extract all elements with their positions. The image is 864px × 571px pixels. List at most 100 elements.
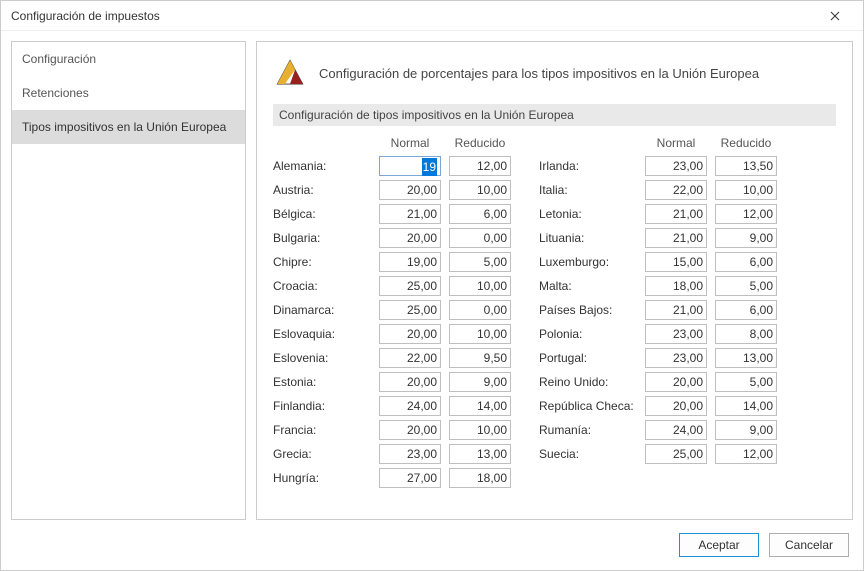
reducido-input[interactable] <box>449 372 511 392</box>
normal-input[interactable] <box>645 180 707 200</box>
reducido-input[interactable] <box>715 300 777 320</box>
country-label: Estonia: <box>273 375 371 389</box>
normal-input[interactable] <box>379 276 441 296</box>
main-panel: Configuración de porcentajes para los ti… <box>256 41 853 520</box>
normal-input[interactable] <box>379 228 441 248</box>
reducido-input[interactable] <box>449 468 511 488</box>
normal-input[interactable]: 19 <box>379 156 441 176</box>
panel-header: Configuración de porcentajes para los ti… <box>273 56 836 90</box>
country-label: Austria: <box>273 183 371 197</box>
country-label: Irlanda: <box>539 159 637 173</box>
reducido-input[interactable] <box>449 156 511 176</box>
reducido-input[interactable] <box>449 180 511 200</box>
country-label: Luxemburgo: <box>539 255 637 269</box>
reducido-input[interactable] <box>715 420 777 440</box>
country-label: Malta: <box>539 279 637 293</box>
normal-input[interactable] <box>645 276 707 296</box>
normal-input[interactable] <box>379 396 441 416</box>
country-label: República Checa: <box>539 399 637 413</box>
reducido-input[interactable] <box>715 324 777 344</box>
normal-input[interactable] <box>645 300 707 320</box>
country-label: Croacia: <box>273 279 371 293</box>
normal-input[interactable] <box>379 252 441 272</box>
normal-input[interactable] <box>645 252 707 272</box>
country-label: Bulgaria: <box>273 231 371 245</box>
col-header-normal: Normal <box>379 136 441 152</box>
dialog-window: Configuración de impuestos Configuración… <box>0 0 864 571</box>
reducido-input[interactable] <box>715 228 777 248</box>
cancel-button[interactable]: Cancelar <box>769 533 849 557</box>
country-label: Francia: <box>273 423 371 437</box>
normal-input[interactable] <box>645 372 707 392</box>
col-header-reducido: Reducido <box>715 136 777 152</box>
normal-input[interactable] <box>645 444 707 464</box>
close-icon <box>830 11 840 21</box>
normal-input[interactable] <box>645 348 707 368</box>
close-button[interactable] <box>815 2 855 30</box>
normal-input[interactable] <box>379 420 441 440</box>
right-column: Normal Reducido Irlanda:Italia:Letonia:L… <box>539 136 777 464</box>
reducido-input[interactable] <box>449 420 511 440</box>
sidebar: Configuración Retenciones Tipos impositi… <box>11 41 246 520</box>
normal-input[interactable] <box>645 156 707 176</box>
country-label: Eslovaquia: <box>273 327 371 341</box>
country-label: Polonia: <box>539 327 637 341</box>
reducido-input[interactable] <box>715 444 777 464</box>
left-column: Normal Reducido Alemania:19Austria:Bélgi… <box>273 136 511 488</box>
normal-input[interactable] <box>379 324 441 344</box>
sidebar-item-configuracion[interactable]: Configuración <box>12 42 245 76</box>
normal-input[interactable] <box>379 300 441 320</box>
normal-input[interactable] <box>379 204 441 224</box>
normal-input[interactable] <box>645 228 707 248</box>
col-header-reducido: Reducido <box>449 136 511 152</box>
country-label: Lituania: <box>539 231 637 245</box>
accept-button[interactable]: Aceptar <box>679 533 759 557</box>
reducido-input[interactable] <box>715 252 777 272</box>
reducido-input[interactable] <box>449 252 511 272</box>
country-label: Alemania: <box>273 159 371 173</box>
normal-input[interactable] <box>379 444 441 464</box>
normal-input[interactable] <box>379 348 441 368</box>
country-label: Rumanía: <box>539 423 637 437</box>
reducido-input[interactable] <box>449 276 511 296</box>
country-label: Eslovenia: <box>273 351 371 365</box>
country-label: Reino Unido: <box>539 375 637 389</box>
sidebar-item-tipos-ue[interactable]: Tipos impositivos en la Unión Europea <box>12 110 245 144</box>
reducido-input[interactable] <box>715 276 777 296</box>
reducido-input[interactable] <box>715 204 777 224</box>
panel-title: Configuración de porcentajes para los ti… <box>319 66 759 81</box>
sidebar-item-retenciones[interactable]: Retenciones <box>12 76 245 110</box>
agency-logo-icon <box>273 56 307 90</box>
country-label: Países Bajos: <box>539 303 637 317</box>
country-label: Finlandia: <box>273 399 371 413</box>
normal-input[interactable] <box>645 420 707 440</box>
reducido-input[interactable] <box>449 228 511 248</box>
country-label: Chipre: <box>273 255 371 269</box>
titlebar: Configuración de impuestos <box>1 1 863 31</box>
col-header-normal: Normal <box>645 136 707 152</box>
reducido-input[interactable] <box>449 444 511 464</box>
normal-input[interactable] <box>379 180 441 200</box>
reducido-input[interactable] <box>715 156 777 176</box>
reducido-input[interactable] <box>715 348 777 368</box>
section-header: Configuración de tipos impositivos en la… <box>273 104 836 126</box>
reducido-input[interactable] <box>715 372 777 392</box>
normal-input[interactable] <box>379 372 441 392</box>
reducido-input[interactable] <box>449 324 511 344</box>
reducido-input[interactable] <box>449 348 511 368</box>
normal-input[interactable] <box>379 468 441 488</box>
normal-input[interactable] <box>645 324 707 344</box>
window-title: Configuración de impuestos <box>11 9 815 23</box>
reducido-input[interactable] <box>715 180 777 200</box>
dialog-body: Configuración Retenciones Tipos impositi… <box>1 31 863 530</box>
reducido-input[interactable] <box>715 396 777 416</box>
dialog-footer: Aceptar Cancelar <box>1 530 863 570</box>
country-label: Hungría: <box>273 471 371 485</box>
reducido-input[interactable] <box>449 396 511 416</box>
country-label: Suecia: <box>539 447 637 461</box>
reducido-input[interactable] <box>449 204 511 224</box>
normal-input[interactable] <box>645 204 707 224</box>
country-label: Letonia: <box>539 207 637 221</box>
normal-input[interactable] <box>645 396 707 416</box>
reducido-input[interactable] <box>449 300 511 320</box>
